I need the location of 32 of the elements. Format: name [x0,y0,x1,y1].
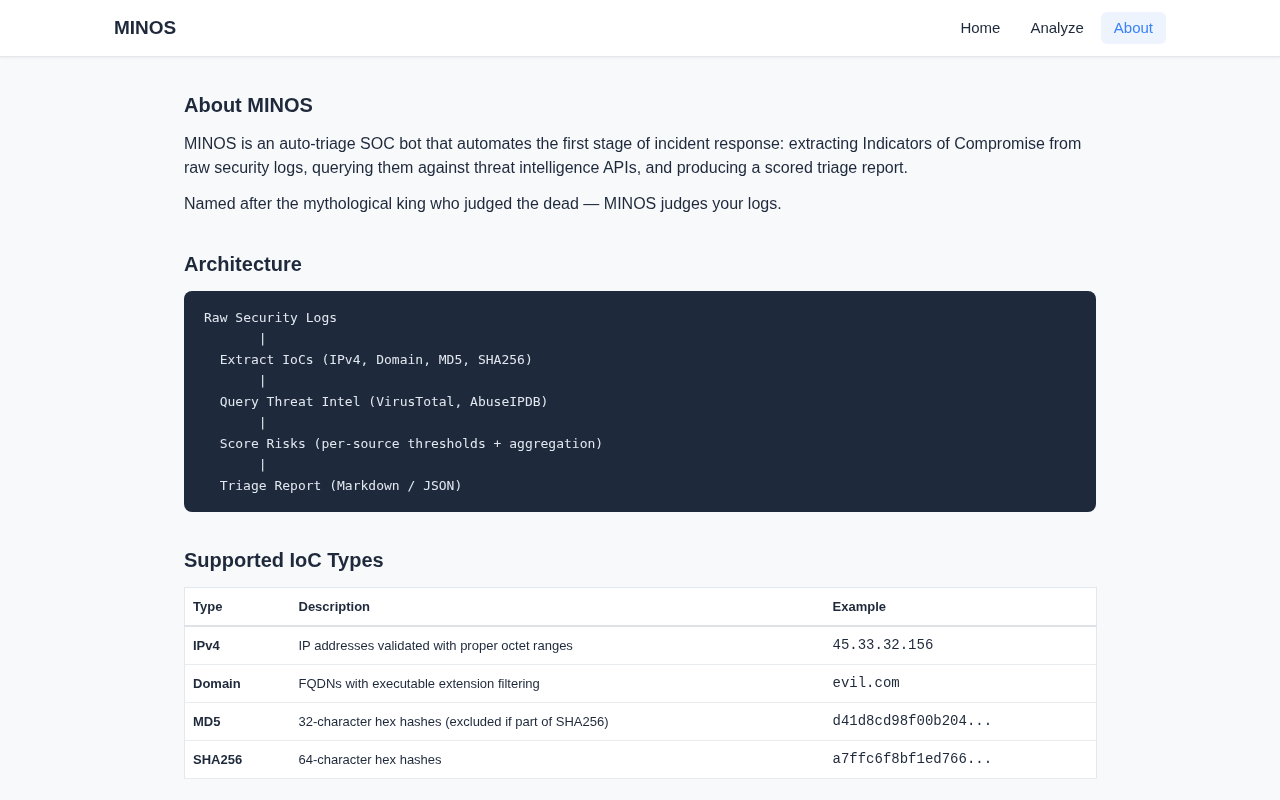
table-cell: SHA256 [184,740,291,779]
table-cell: a7ffc6f8bf1ed766... [824,740,1097,779]
table-cell: d41d8cd98f00b204... [824,702,1097,741]
brand-name[interactable]: MINOS [114,13,177,43]
connector-line: | [258,330,267,348]
table-cell: 64-character hex hashes [290,740,825,779]
code-line: Score Risks (per-source thresholds + aggregation) [219,435,604,453]
connector-line: | [258,414,267,432]
intro-paragraph: Named after the mythological king who judged the dead — MINOS judges your logs. [184,194,783,214]
nav-link[interactable]: Analyze [1017,12,1097,44]
table-cell: IP addresses validated with proper octet ranges [290,626,825,665]
column-header: Description [290,587,825,626]
nav-link[interactable]: Home [947,12,1014,44]
column-header: Example [824,587,1097,626]
table-cell: MD5 [184,702,291,741]
section-heading: About MINOS [184,93,314,117]
code-line: Extract IoCs (IPv4, Domain, MD5, SHA256) [219,351,533,369]
intro-paragraph: MINOS is an auto-triage SOC bot that automates the first stage of incident response: extracting Indicators of Compromise from raw security logs, querying them against threat intelligence APIs, and producing a scored triage report. [184,134,1083,178]
connector-line: | [258,372,267,390]
table-cell: FQDNs with executable extension filtering [290,664,825,703]
section-heading: Architecture [184,252,303,276]
connector-line: | [258,456,267,474]
table-cell: IPv4 [184,626,291,665]
column-header: Type [184,587,291,626]
section-heading: Supported IoC Types [184,548,385,572]
table-cell: 45.33.32.156 [824,626,1097,665]
table-cell: evil.com [824,664,1097,703]
table-cell: 32-character hex hashes (excluded if part of SHA256) [290,702,825,741]
code-line: Query Threat Intel (VirusTotal, AbuseIPDB) [219,393,549,411]
code-line: Triage Report (Markdown / JSON) [219,477,463,495]
table-cell: Domain [184,664,291,703]
code-line: Raw Security Logs [204,309,338,327]
